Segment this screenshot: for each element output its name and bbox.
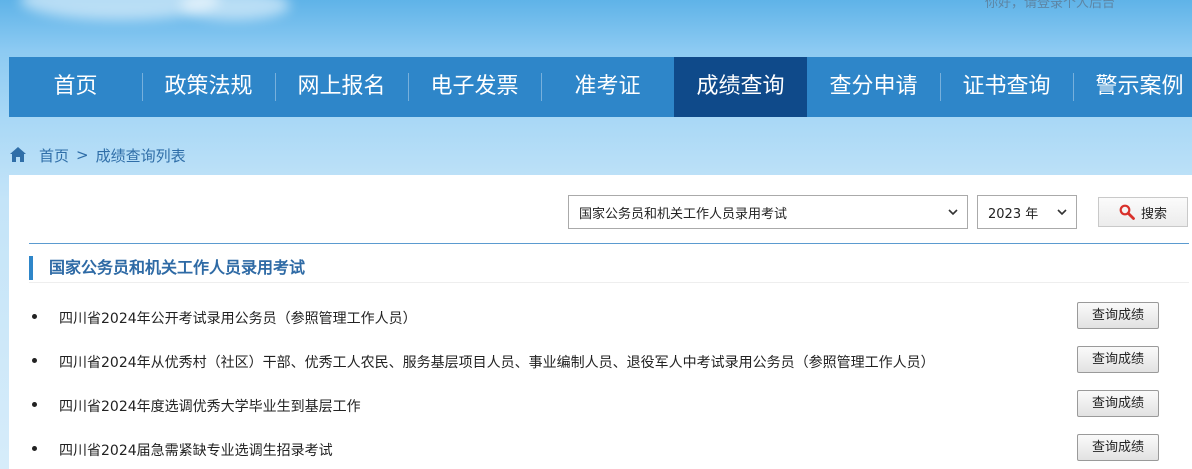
nav-item-admission-ticket[interactable]: 准考证 <box>541 57 674 117</box>
list-item: 四川省2024年从优秀村（社区）干部、优秀工人农民、服务基层项目人员、事业编制人… <box>29 346 1189 376</box>
query-score-button[interactable]: 查询成绩 <box>1077 302 1159 329</box>
bullet-icon <box>32 446 37 451</box>
search-button[interactable]: 搜索 <box>1098 197 1188 227</box>
breadcrumb-current: 成绩查询列表 <box>95 146 186 165</box>
breadcrumb-home[interactable]: 首页 <box>39 145 69 166</box>
query-score-button[interactable]: 查询成绩 <box>1077 346 1159 373</box>
bullet-icon <box>32 402 37 407</box>
nav-item-invoice[interactable]: 电子发票 <box>408 57 541 117</box>
exam-title[interactable]: 四川省2024年从优秀村（社区）干部、优秀工人农民、服务基层项目人员、事业编制人… <box>59 352 935 372</box>
search-icon <box>1119 204 1135 220</box>
nav-item-review-request[interactable]: 查分申请 <box>807 57 940 117</box>
chevron-down-icon <box>1057 209 1067 216</box>
results-panel: 国家公务员和机关工作人员录用考试 2023 年 搜索 国家公务员和机关工作人员录… <box>9 175 1192 469</box>
nav-item-policy[interactable]: 政策法规 <box>142 57 275 117</box>
exam-type-select-value: 国家公务员和机关工作人员录用考试 <box>579 206 788 222</box>
nav-item-home[interactable]: 首页 <box>9 57 142 117</box>
list-item: 四川省2024届急需紧缺专业选调生招录考试 查询成绩 <box>29 434 1189 464</box>
login-prompt-text[interactable]: 你好，请登录个人后台 <box>985 0 1115 11</box>
nav-item-certificate-query[interactable]: 证书查询 <box>940 57 1073 117</box>
query-score-button[interactable]: 查询成绩 <box>1077 434 1159 461</box>
header-cloud <box>180 0 290 20</box>
chevron-down-icon <box>948 209 958 216</box>
nav-item-score-query[interactable]: 成绩查询 <box>674 57 807 117</box>
year-select[interactable]: 2023 年 <box>977 195 1077 229</box>
exam-type-select[interactable]: 国家公务员和机关工作人员录用考试 <box>568 195 968 229</box>
search-button-label: 搜索 <box>1140 206 1167 222</box>
filter-divider <box>29 243 1189 244</box>
home-icon[interactable] <box>9 146 27 164</box>
nav-item-warning-cases[interactable]: 警示案例 <box>1073 57 1192 117</box>
year-select-value: 2023 年 <box>988 206 1039 222</box>
section-title: 国家公务员和机关工作人员录用考试 <box>29 256 1181 280</box>
list-item: 四川省2024年度选调优秀大学毕业生到基层工作 查询成绩 <box>29 390 1189 420</box>
section-divider <box>29 282 1189 283</box>
breadcrumb: 首页 > 成绩查询列表 <box>9 145 186 165</box>
nav-item-registration[interactable]: 网上报名 <box>275 57 408 117</box>
main-nav: 首页 政策法规 网上报名 电子发票 准考证 成绩查询 查分申请 证书查询 警示案… <box>9 57 1192 117</box>
exam-title[interactable]: 四川省2024年度选调优秀大学毕业生到基层工作 <box>59 396 361 416</box>
query-score-button[interactable]: 查询成绩 <box>1077 390 1159 417</box>
exam-title[interactable]: 四川省2024届急需紧缺专业选调生招录考试 <box>59 440 333 460</box>
exam-title[interactable]: 四川省2024年公开考试录用公务员（参照管理工作人员） <box>59 308 417 328</box>
bullet-icon <box>32 314 37 319</box>
breadcrumb-separator: > <box>76 146 89 164</box>
list-item: 四川省2024年公开考试录用公务员（参照管理工作人员） 查询成绩 <box>29 302 1189 332</box>
bullet-icon <box>32 358 37 363</box>
